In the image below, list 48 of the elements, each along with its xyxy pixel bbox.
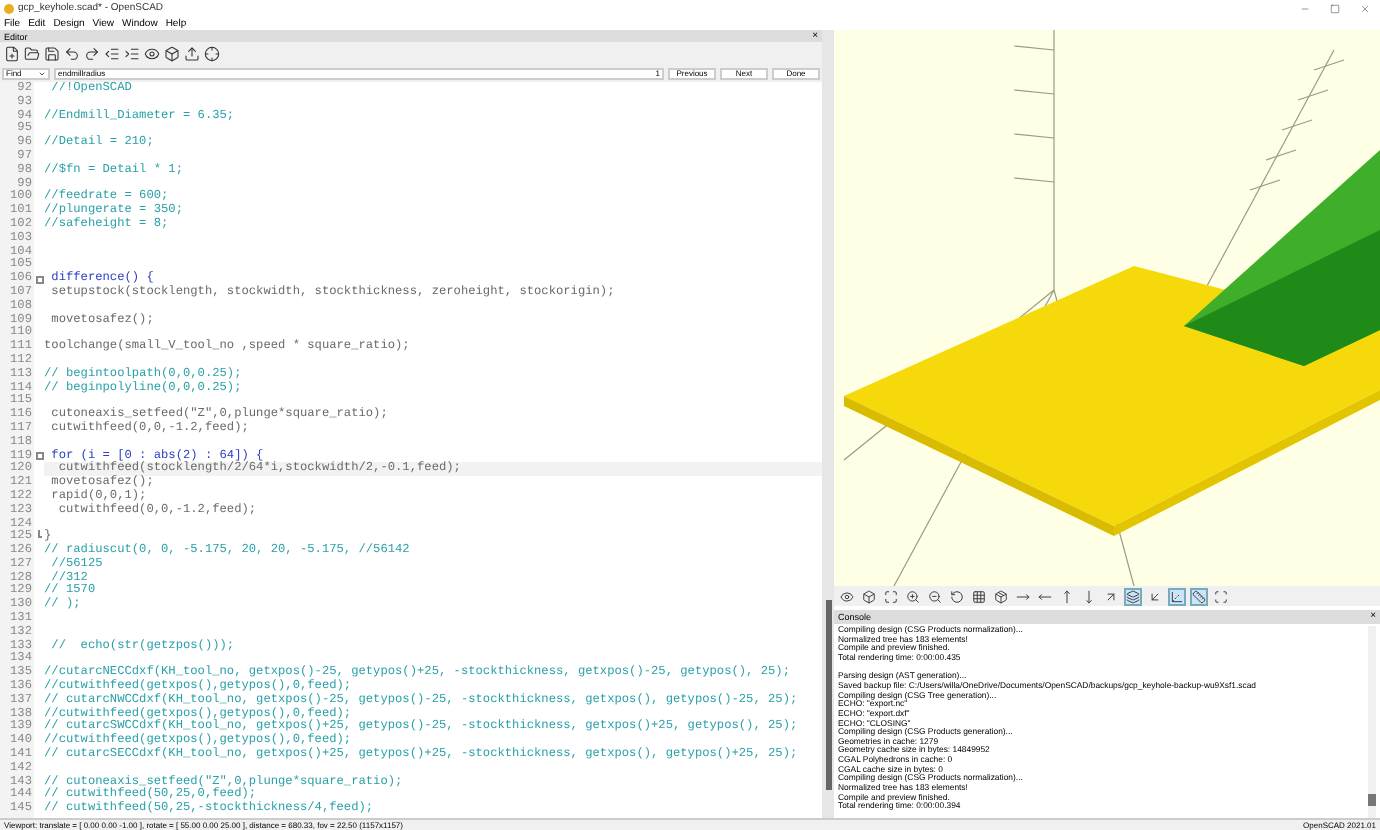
arrow-right-icon — [1016, 589, 1030, 603]
viewport-tool-button[interactable] — [970, 587, 988, 605]
arrow-down-icon — [1082, 589, 1096, 603]
arrow-diagonal-icon — [1104, 589, 1118, 603]
viewport-tool-button[interactable] — [1190, 587, 1208, 605]
viewport-tool-button[interactable] — [1102, 587, 1120, 605]
maximize-icon — [884, 589, 898, 603]
app-logo-icon — [4, 3, 14, 13]
layers-icon — [1126, 589, 1140, 603]
zoom-in-icon — [906, 589, 920, 603]
cube-icon — [862, 589, 876, 603]
upload-icon[interactable] — [184, 46, 200, 62]
grid-icon — [972, 589, 986, 603]
eye-icon — [840, 589, 854, 603]
scrollbar-thumb[interactable] — [1368, 794, 1376, 806]
cube-icon[interactable] — [164, 46, 180, 62]
eye-icon[interactable] — [144, 46, 160, 62]
indent-icon[interactable] — [124, 46, 140, 62]
viewport-tool-button[interactable] — [992, 587, 1010, 605]
viewport-tool-button[interactable] — [1124, 587, 1142, 605]
crosshair-icon[interactable] — [204, 46, 220, 62]
zoom-out-icon — [928, 589, 942, 603]
save-icon[interactable] — [44, 46, 60, 62]
rotate-icon — [950, 589, 964, 603]
package-icon — [994, 589, 1008, 603]
viewport-drawing[interactable] — [834, 30, 1380, 586]
maximize-icon[interactable] — [1330, 3, 1340, 13]
viewport-tool-button[interactable] — [1212, 587, 1230, 605]
arrow-left-icon — [1038, 589, 1052, 603]
ruler-icon — [1192, 589, 1206, 603]
folder-icon[interactable] — [24, 46, 40, 62]
fold-marker-icon[interactable] — [35, 451, 43, 460]
viewport-tool-button[interactable] — [1168, 587, 1186, 605]
outdent-icon[interactable] — [104, 46, 120, 62]
redo-icon[interactable] — [84, 46, 100, 62]
file-plus-icon[interactable] — [4, 46, 20, 62]
viewport-tool-button[interactable] — [948, 587, 966, 605]
viewport-tool-button[interactable] — [860, 587, 878, 605]
undo-icon[interactable] — [64, 46, 80, 62]
arrow-up-icon — [1060, 589, 1074, 603]
viewport-tool-button[interactable] — [926, 587, 944, 605]
fold-marker-icon[interactable] — [35, 275, 43, 284]
frame-icon — [1214, 589, 1228, 603]
arrow-diagonal-icon — [1148, 589, 1162, 603]
viewport-tool-button[interactable] — [904, 587, 922, 605]
viewport-tool-button[interactable] — [882, 587, 900, 605]
axes-icon — [1170, 589, 1184, 603]
viewport-tool-button[interactable] — [838, 587, 856, 605]
